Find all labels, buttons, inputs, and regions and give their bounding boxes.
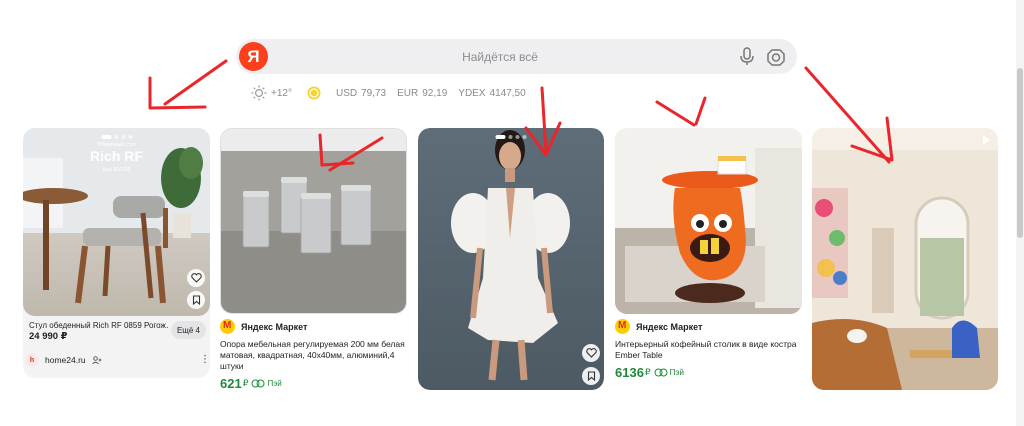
overlay-code: Код: 910780	[102, 167, 131, 173]
heart-icon	[585, 348, 597, 358]
product-title[interactable]: Стул обеденный Rich RF 0859 Рогож…	[29, 321, 169, 330]
arrow-4-head	[655, 100, 696, 127]
dress-image[interactable]	[418, 128, 604, 390]
page-scrollbar[interactable]	[1016, 0, 1024, 426]
yandex-market-logo[interactable]	[220, 319, 235, 334]
table-image[interactable]	[615, 128, 802, 314]
product-description[interactable]: Интерьерный кофейный столик в виде костр…	[615, 339, 802, 361]
scrollbar-thumb[interactable]	[1017, 68, 1023, 238]
product-description[interactable]: Опора мебельная регулируемая 200 мм бела…	[220, 339, 407, 372]
shop-name[interactable]: Яндекс Маркет	[241, 322, 307, 332]
favorite-button[interactable]	[187, 269, 205, 287]
currency: ₽	[242, 378, 249, 388]
pay-badge: Пэй	[251, 379, 282, 388]
split-pay-icon	[654, 368, 668, 377]
search-bar: Я	[236, 39, 797, 74]
product-price: 24 990 ₽	[29, 331, 68, 342]
search-input[interactable]	[280, 39, 720, 74]
bookmark-icon	[587, 371, 595, 381]
shop-row: Яндекс Маркет	[615, 319, 802, 334]
ydex-rate[interactable]: YDEX 4147,50	[458, 88, 536, 99]
split-pay-icon	[251, 379, 265, 388]
pay-label: Пэй	[267, 379, 282, 388]
bookmark-button[interactable]	[187, 291, 205, 309]
eur-rate[interactable]: EUR 92,19	[397, 88, 458, 99]
feed-card-supports[interactable]: Яндекс Маркет Опора мебельная регулируем…	[220, 128, 407, 391]
magnetic-storm-icon[interactable]	[306, 85, 322, 101]
weather-widget[interactable]: +12°	[251, 85, 292, 101]
shop-name[interactable]: home24.ru	[45, 355, 86, 365]
overlay-title: Rich RF	[90, 148, 143, 164]
sun-icon	[251, 85, 267, 101]
currency: ₽	[644, 367, 651, 377]
feed-card-chair[interactable]: Обеденный стул Rich RF Код: 910780 Стул …	[23, 128, 210, 378]
product-price: 621	[220, 376, 242, 391]
video-play-icon[interactable]	[983, 135, 990, 145]
yandex-market-logo[interactable]	[615, 319, 630, 334]
shop-row: h home24.ru ⋮	[25, 352, 210, 368]
shop-logo[interactable]: h	[25, 353, 39, 367]
camera-lens-icon[interactable]	[766, 47, 786, 67]
carousel-dots	[101, 135, 132, 139]
bookmark-icon	[192, 295, 200, 305]
shop-name[interactable]: Яндекс Маркет	[636, 322, 702, 332]
pay-badge: Пэй	[654, 368, 684, 377]
price-row: 621 ₽ Пэй	[220, 376, 407, 391]
arrow-1	[163, 59, 228, 106]
more-menu-icon[interactable]: ⋮	[200, 355, 210, 365]
pay-label: Пэй	[669, 368, 684, 377]
heart-icon	[190, 273, 202, 283]
favorite-button[interactable]	[582, 344, 600, 362]
shop-row: Яндекс Маркет	[220, 319, 407, 334]
chair-image[interactable]: Обеденный стул Rich RF Код: 910780	[23, 128, 210, 316]
subscribe-icon[interactable]	[91, 355, 102, 365]
feed-card-ember-table[interactable]: Яндекс Маркет Интерьерный кофейный столи…	[615, 128, 802, 388]
feed-card-dress[interactable]	[418, 128, 604, 390]
usd-rate[interactable]: USD 79,73	[336, 88, 397, 99]
interior-image[interactable]	[812, 128, 998, 390]
informers-row: +12° USD 79,73 EUR 92,19 YDEX 4147,50	[251, 84, 537, 102]
more-button[interactable]: Ещё 4	[171, 321, 206, 339]
carousel-dots	[495, 135, 527, 139]
supports-image[interactable]	[220, 128, 407, 314]
product-price: 6136	[615, 365, 644, 380]
feed-card-interior[interactable]	[812, 128, 998, 390]
yandex-logo[interactable]: Я	[239, 42, 268, 71]
bookmark-button[interactable]	[582, 367, 600, 385]
microphone-icon[interactable]	[738, 47, 756, 66]
price-row: 6136 ₽ Пэй	[615, 365, 802, 380]
weather-temperature: +12°	[271, 87, 292, 99]
arrow-1-head	[148, 76, 207, 110]
arrow-4	[694, 96, 707, 126]
